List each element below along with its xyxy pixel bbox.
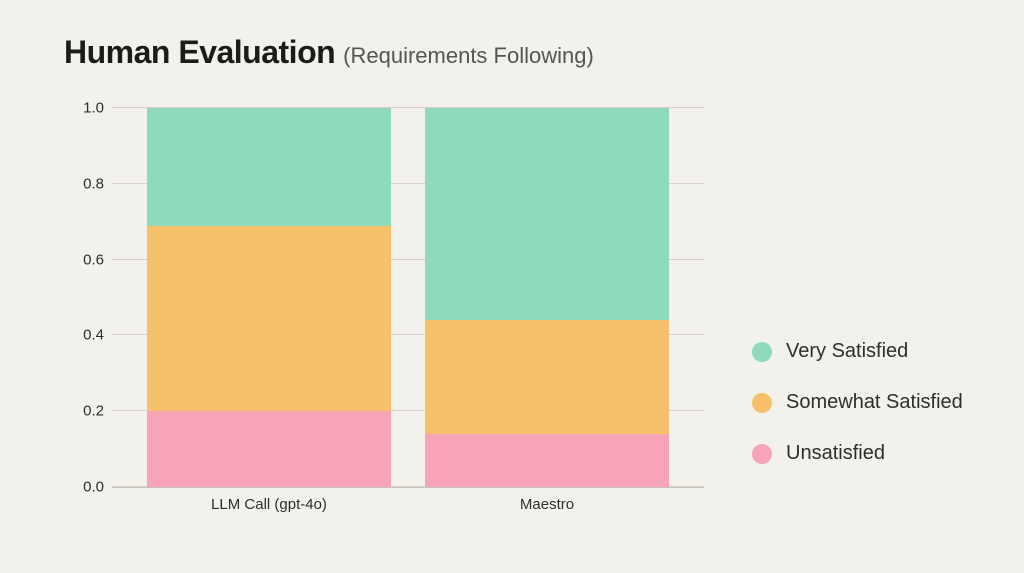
y-tick-label: 0.2 xyxy=(64,403,104,420)
chart-page: Human Evaluation (Requirements Following… xyxy=(0,0,1024,573)
legend-swatch-icon xyxy=(752,444,772,464)
chart-title-sub: (Requirements Following) xyxy=(343,43,594,69)
bar-maestro xyxy=(425,108,670,487)
y-tick-label: 0.4 xyxy=(64,327,104,344)
x-tick-label: LLM Call (gpt-4o) xyxy=(147,488,392,530)
bar-segment-very xyxy=(147,108,392,225)
legend-item-somewhat: Somewhat Satisfied xyxy=(752,391,963,414)
bars-container xyxy=(112,108,704,487)
chart-title-main: Human Evaluation xyxy=(64,34,335,71)
legend-swatch-icon xyxy=(752,342,772,362)
chart-area: 0.0 0.2 0.4 0.6 0.8 1.0 xyxy=(64,100,704,530)
legend-label: Somewhat Satisfied xyxy=(786,391,963,414)
x-tick-label: Maestro xyxy=(425,488,670,530)
bar-segment-unsatisfied xyxy=(147,411,392,487)
y-tick-label: 0.6 xyxy=(64,251,104,268)
legend-label: Very Satisfied xyxy=(786,340,908,363)
y-tick-label: 0.8 xyxy=(64,175,104,192)
y-tick-label: 1.0 xyxy=(64,100,104,117)
legend-swatch-icon xyxy=(752,393,772,413)
bar-segment-unsatisfied xyxy=(425,434,670,487)
bar-segment-somewhat xyxy=(147,226,392,412)
legend: Very Satisfied Somewhat Satisfied Unsati… xyxy=(752,340,963,465)
x-axis-labels: LLM Call (gpt-4o) Maestro xyxy=(112,488,704,530)
legend-item-very: Very Satisfied xyxy=(752,340,963,363)
chart-title: Human Evaluation (Requirements Following… xyxy=(64,34,594,71)
bar-segment-very xyxy=(425,108,670,320)
plot-area: 0.0 0.2 0.4 0.6 0.8 1.0 xyxy=(112,108,704,488)
legend-item-unsatisfied: Unsatisfied xyxy=(752,442,963,465)
y-tick-label: 0.0 xyxy=(64,479,104,496)
bar-llm-call xyxy=(147,108,392,487)
legend-label: Unsatisfied xyxy=(786,442,885,465)
bar-segment-somewhat xyxy=(425,320,670,434)
